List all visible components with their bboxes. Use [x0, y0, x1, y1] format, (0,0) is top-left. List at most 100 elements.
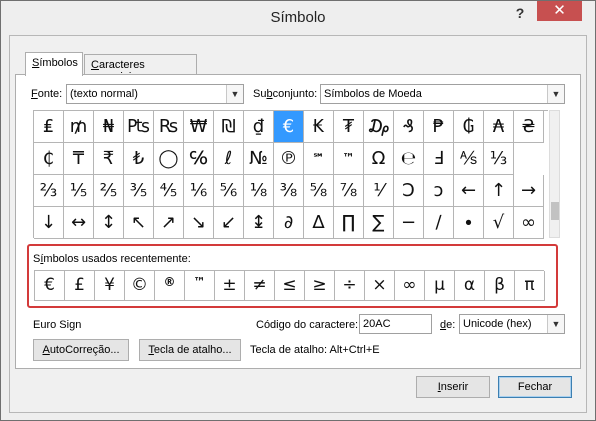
symbol-cell[interactable]: ↘	[184, 207, 214, 239]
symbol-cell[interactable]: ⅟	[364, 175, 394, 207]
symbol-cell[interactable]: ←	[454, 175, 484, 207]
symbol-cell[interactable]: ₮	[334, 111, 364, 143]
symbol-cell[interactable]: ⅜	[274, 175, 304, 207]
symbol-cell[interactable]: ₨	[154, 111, 184, 143]
help-button[interactable]: ?	[509, 5, 531, 25]
recent-symbol-cell[interactable]: ≥	[305, 271, 335, 301]
symbol-cell[interactable]: ₰	[394, 111, 424, 143]
window-close-button[interactable]: ✕	[537, 1, 582, 21]
recent-symbol-cell[interactable]: α	[455, 271, 485, 301]
close-button[interactable]: Fechar	[498, 376, 572, 398]
symbol-cell[interactable]: ⅙	[184, 175, 214, 207]
symbol-cell[interactable]: ⅞	[334, 175, 364, 207]
symbol-cell[interactable]: ↙	[214, 207, 244, 239]
symbol-cell[interactable]: ⅕	[64, 175, 94, 207]
symbol-cell[interactable]: ∙	[454, 207, 484, 239]
recent-symbol-cell[interactable]: ≠	[245, 271, 275, 301]
recent-symbol-cell[interactable]: µ	[425, 271, 455, 301]
window-title: Símbolo	[270, 9, 326, 26]
symbol-cell[interactable]: ∂	[274, 207, 304, 239]
tab-simbolos[interactable]: Símbolos	[25, 52, 83, 76]
symbol-cell[interactable]: ₴	[514, 111, 544, 143]
symbol-cell[interactable]: ₩	[184, 111, 214, 143]
symbol-cell[interactable]: ₲	[454, 111, 484, 143]
symbol-cell[interactable]: ℮	[394, 143, 424, 175]
symbol-cell[interactable]: ⅗	[124, 175, 154, 207]
symbol-cell[interactable]: ⅖	[94, 175, 124, 207]
symbol-cell[interactable]: ₯	[364, 111, 394, 143]
recent-symbol-cell[interactable]: ≤	[275, 271, 305, 301]
symbol-cell[interactable]: ⅓	[484, 143, 514, 175]
from-select[interactable]: Unicode (hex) ▼	[459, 314, 565, 334]
symbol-cell[interactable]: ₫	[244, 111, 274, 143]
symbol-cell[interactable]: ∞	[514, 207, 544, 239]
subset-select[interactable]: Símbolos de Moeda ▼	[320, 84, 565, 104]
symbol-cell[interactable]: ↑	[484, 175, 514, 207]
recent-symbol-cell[interactable]: ∞	[395, 271, 425, 301]
symbol-cell[interactable]: ℗	[274, 143, 304, 175]
symbol-cell[interactable]: Ↄ	[394, 175, 424, 207]
symbol-cell[interactable]: ⅚	[214, 175, 244, 207]
symbol-cell[interactable]: ↄ	[424, 175, 454, 207]
symbol-cell[interactable]: ₸	[64, 143, 94, 175]
symbol-cell[interactable]: ₦	[94, 111, 124, 143]
symbol-cell[interactable]: √	[484, 207, 514, 239]
symbol-cell[interactable]: ↗	[154, 207, 184, 239]
recent-symbol-cell[interactable]: €	[35, 271, 65, 301]
symbol-cell[interactable]: ↖	[124, 207, 154, 239]
symbol-cell[interactable]: Ⅎ	[424, 143, 454, 175]
symbol-cell[interactable]: ₳	[484, 111, 514, 143]
symbol-cell[interactable]: ℅	[184, 143, 214, 175]
recent-symbol-cell[interactable]: ¥	[95, 271, 125, 301]
symbol-cell[interactable]: ₺	[124, 143, 154, 175]
symbol-cell[interactable]: ∕	[424, 207, 454, 239]
symbol-cell[interactable]: ⅝	[304, 175, 334, 207]
symbol-cell[interactable]: €	[274, 111, 304, 143]
scrollbar-thumb[interactable]	[551, 202, 559, 220]
recent-symbol-cell[interactable]: β	[485, 271, 515, 301]
recent-symbol-cell[interactable]: ™	[185, 271, 215, 301]
recent-symbol-cell[interactable]: ÷	[335, 271, 365, 301]
symbol-cell[interactable]: →	[514, 175, 544, 207]
symbol-cell[interactable]: ⅘	[154, 175, 184, 207]
symbol-cell[interactable]: ₧	[124, 111, 154, 143]
symbol-cell[interactable]: ∏	[334, 207, 364, 239]
subset-label-pre: Su	[253, 88, 267, 100]
tab-caracteres-especiais[interactable]: Caracteres especiais	[84, 54, 197, 83]
symbol-cell[interactable]: ⅛	[244, 175, 274, 207]
autocorrect-button[interactable]: AutoCorreção...	[33, 339, 129, 361]
recent-symbol-cell[interactable]: ×	[365, 271, 395, 301]
symbol-cell[interactable]: ↨	[244, 207, 274, 239]
shortcut-key-button[interactable]: Tecla de atalho...	[139, 339, 241, 361]
symbol-cell[interactable]: −	[394, 207, 424, 239]
symbol-cell[interactable]: ⅔	[34, 175, 64, 207]
recent-symbol-cell[interactable]: £	[65, 271, 95, 301]
symbol-cell[interactable]: ↔	[64, 207, 94, 239]
symbol-cell[interactable]: ₹	[94, 143, 124, 175]
recent-symbol-cell[interactable]: ©	[125, 271, 155, 301]
recent-symbol-cell[interactable]: π	[515, 271, 545, 301]
symbol-cell[interactable]: ℠	[304, 143, 334, 175]
symbol-grid-scrollbar[interactable]	[549, 110, 560, 238]
insert-button[interactable]: Inserir	[416, 376, 490, 398]
recent-symbol-cell[interactable]: ®	[155, 271, 185, 301]
symbol-cell[interactable]: ∑	[364, 207, 394, 239]
symbol-cell[interactable]: ◯	[154, 143, 184, 175]
symbol-cell[interactable]: Ω	[364, 143, 394, 175]
symbol-cell[interactable]: ↓	[34, 207, 64, 239]
symbol-cell[interactable]: ₵	[34, 143, 64, 175]
symbol-cell[interactable]: ∆	[304, 207, 334, 239]
symbol-cell[interactable]: ™	[334, 143, 364, 175]
character-code-input[interactable]: 20AC	[359, 314, 432, 334]
symbol-cell[interactable]: ₭	[304, 111, 334, 143]
symbol-cell[interactable]: ₤	[34, 111, 64, 143]
font-select[interactable]: (texto normal) ▼	[66, 84, 244, 104]
symbol-cell[interactable]: №	[244, 143, 274, 175]
symbol-cell[interactable]: ⅍	[454, 143, 484, 175]
symbol-cell[interactable]: ↕	[94, 207, 124, 239]
symbol-cell[interactable]: ₥	[64, 111, 94, 143]
symbol-cell[interactable]: ₪	[214, 111, 244, 143]
symbol-cell[interactable]: ℓ	[214, 143, 244, 175]
symbol-cell[interactable]: ₱	[424, 111, 454, 143]
recent-symbol-cell[interactable]: ±	[215, 271, 245, 301]
